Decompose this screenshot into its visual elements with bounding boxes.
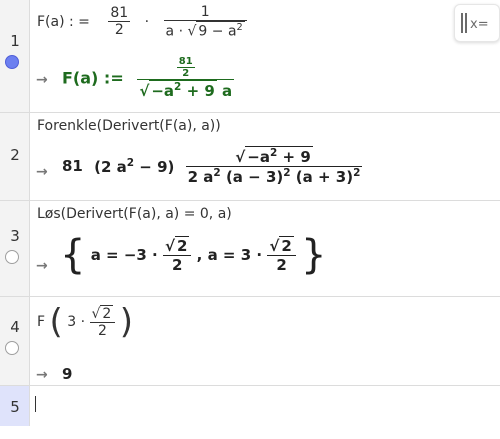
fraction-denominator: 2 — [97, 323, 107, 339]
output-arrow: → — [36, 72, 48, 88]
fraction-denominator: 2 — [171, 256, 183, 274]
row-output: F(a) := 81 2 √ −a2 + 9 a — [62, 56, 235, 100]
cas-row-2[interactable]: 2 Forenkle(Derivert(F(a), a)) → 81 (2 a2… — [0, 113, 500, 201]
keyboard-icon: x= — [461, 13, 489, 33]
radicand-tail: + 9 — [186, 82, 215, 100]
fraction-denominator: √ −a2 + 9 a — [139, 80, 233, 100]
row-input[interactable] — [37, 396, 477, 414]
close-brace: } — [301, 232, 327, 278]
sqrt-radicand: −a2 + 9 — [245, 146, 313, 166]
open-paren: ( — [49, 302, 63, 342]
fraction: 81 2 — [108, 5, 131, 39]
sqrt-radicand: 2 — [279, 236, 294, 255]
den-term: (a − 3) — [225, 168, 284, 186]
open-brace: { — [60, 232, 86, 278]
row-output: 81 (2 a2 − 9) √ −a2 + 9 2 a2 (a − 3)2 (a … — [62, 146, 363, 186]
fraction-numerator: 81 — [176, 56, 195, 68]
cas-row-5[interactable]: 5 — [0, 386, 500, 426]
fraction-denominator: 2 — [114, 22, 124, 39]
cas-row-4[interactable]: 4 F ( 3 · √ 2 2 ) → 9 — [0, 297, 500, 386]
exponent: 2 — [236, 22, 243, 33]
fraction-numerator: 1 — [163, 4, 247, 21]
fraction-numerator: 81 — [108, 5, 131, 23]
radicand-text: −a — [151, 82, 175, 100]
sqrt-radicand: 2 — [175, 236, 190, 255]
row-number: 5 — [10, 398, 20, 416]
fraction-numerator: √ 2 — [162, 236, 192, 256]
output-arrow: → — [36, 258, 48, 274]
output-lhs: F(a) := — [62, 68, 124, 88]
output-arrow: → — [36, 367, 48, 383]
fraction-numerator: 81 2 — [137, 56, 235, 80]
row-input[interactable]: Løs(Derivert(F(a), a) = 0, a) — [37, 206, 232, 222]
cas-view: 1 F(a) : = 81 2 · 1 a · √ 9 − a2 → F(a) :… — [0, 0, 500, 439]
sqrt-radicand: 9 − a2 — [196, 21, 245, 40]
multiply-dot: · — [144, 13, 150, 30]
den-term: 2 a — [187, 168, 214, 186]
input-prefix: F(a) : = — [37, 13, 90, 30]
den-term: a · — [165, 23, 184, 40]
sqrt-radicand: −a2 + 9 — [149, 80, 217, 100]
output-coefficient: 81 — [62, 157, 83, 175]
fraction-denominator: 2 — [276, 256, 287, 274]
radicand-text: −a — [247, 148, 270, 166]
row-gutter — [0, 201, 30, 296]
exponent: 2 — [126, 156, 135, 169]
factor-tail: − 9) — [139, 157, 175, 176]
keyboard-button-label: x= — [470, 17, 489, 32]
fraction-numerator: √ 2 — [267, 236, 296, 256]
row-input[interactable]: F ( 3 · √ 2 2 ) — [37, 305, 133, 339]
row-input[interactable]: Forenkle(Derivert(F(a), a)) — [37, 118, 221, 134]
visibility-toggle[interactable] — [5, 341, 19, 355]
row-input[interactable]: F(a) : = 81 2 · 1 a · √ 9 − a2 — [37, 4, 247, 40]
fraction: 1 a · √ 9 − a2 — [163, 4, 247, 40]
row-number: 1 — [10, 32, 20, 50]
argument-coefficient: 3 · — [67, 314, 86, 330]
text-cursor — [35, 396, 36, 412]
row-number: 2 — [10, 146, 20, 164]
row-number: 3 — [10, 227, 20, 245]
exponent: 2 — [174, 81, 182, 93]
solution-1: a = −3 · — [90, 246, 158, 264]
visibility-toggle[interactable] — [5, 55, 19, 69]
fraction: √ −a2 + 9 2 a2 (a − 3)2 (a + 3)2 — [185, 146, 363, 186]
fraction: 81 2 √ −a2 + 9 a — [137, 56, 235, 100]
fraction-numerator: √ −a2 + 9 — [185, 146, 363, 167]
function-name: F — [37, 314, 46, 330]
exponent: 2 — [353, 167, 361, 179]
solution-2: , a = 3 · — [196, 246, 263, 264]
fraction: √ 2 2 — [267, 236, 296, 274]
close-paren: ) — [119, 302, 134, 342]
fraction-numerator: √ 2 — [89, 305, 116, 323]
radicand-tail: + 9 — [282, 148, 311, 166]
exponent: 2 — [213, 167, 221, 179]
fraction-denominator: 2 a2 (a − 3)2 (a + 3)2 — [186, 167, 363, 186]
fraction-denominator: a · √ 9 − a2 — [165, 21, 245, 40]
den-term: (a + 3) — [295, 168, 354, 186]
visibility-toggle[interactable] — [5, 250, 19, 264]
cas-row-3[interactable]: 3 Løs(Derivert(F(a), a) = 0, a) → { a = … — [0, 201, 500, 297]
exponent: 2 — [269, 147, 278, 159]
fraction: 81 2 — [176, 56, 195, 79]
output-arrow: → — [36, 164, 48, 180]
row-output: 9 — [62, 365, 73, 383]
output-factor: (2 a2 − 9) — [94, 156, 175, 176]
den-term: a — [222, 82, 233, 100]
fraction: √ 2 2 — [89, 305, 116, 339]
fraction: √ 2 2 — [162, 236, 192, 274]
radicand-text: 9 − a — [198, 23, 237, 40]
cas-row-1[interactable]: 1 F(a) : = 81 2 · 1 a · √ 9 − a2 → F(a) :… — [0, 0, 500, 113]
row-number: 4 — [10, 318, 20, 336]
row-output: { a = −3 · √ 2 2 , a = 3 · √ 2 2 } — [60, 235, 326, 275]
factor-text: (2 a — [94, 157, 127, 176]
sqrt-radicand: 2 — [100, 305, 114, 322]
exponent: 2 — [283, 167, 291, 179]
algebra-keyboard-button[interactable]: x= — [454, 4, 500, 42]
fraction-denominator: 2 — [182, 68, 190, 79]
